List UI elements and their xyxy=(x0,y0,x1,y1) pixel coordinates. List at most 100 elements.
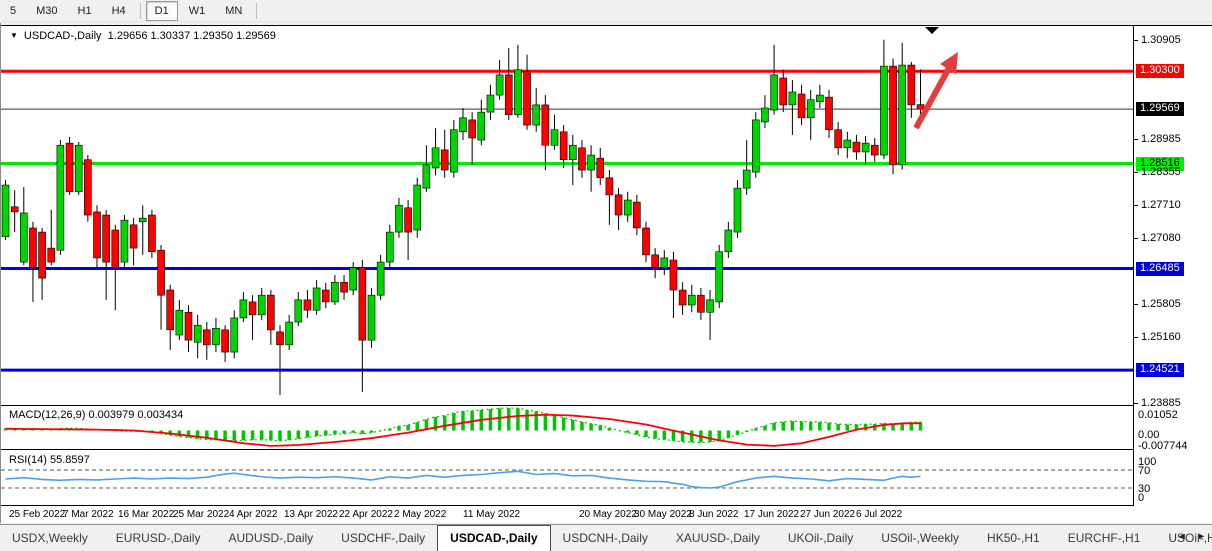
date-axis[interactable]: 25 Feb 20227 Mar 202216 Mar 202225 Mar 2… xyxy=(1,506,1133,523)
timeframe-button-5[interactable]: 5 xyxy=(1,1,25,21)
candle-bearish xyxy=(908,65,915,105)
candle-bearish xyxy=(835,130,842,148)
axis-tick xyxy=(1134,238,1138,239)
candle-bullish xyxy=(313,288,320,310)
date-label: 30 May 2022 xyxy=(634,509,692,520)
candle-bearish xyxy=(469,120,476,138)
symbol-tab-ukoil-daily[interactable]: UKOil-,Daily xyxy=(776,525,865,551)
candle-bearish xyxy=(917,105,924,109)
candle-bearish xyxy=(341,282,348,292)
candle-bullish xyxy=(212,328,219,345)
candle-bearish xyxy=(103,215,110,262)
rsi-line xyxy=(6,471,921,488)
candle-bearish xyxy=(359,268,366,340)
price-tick-label: 1.25805 xyxy=(1141,298,1181,310)
candle-bearish xyxy=(39,232,46,278)
date-label: 13 Apr 2022 xyxy=(284,509,338,520)
candle-bearish xyxy=(853,142,860,152)
candle-bullish xyxy=(240,300,247,318)
candle-bullish xyxy=(661,258,668,268)
symbol-tab-audusd-daily[interactable]: AUDUSD-,Daily xyxy=(216,525,325,551)
candle-bullish xyxy=(716,252,723,302)
candle-bearish xyxy=(112,230,119,268)
symbol-tab-eurchf-h1[interactable]: EURCHF-,H1 xyxy=(1056,525,1153,551)
candle-bullish xyxy=(880,66,887,155)
symbol-tab-hk50-h1[interactable]: HK50-,H1 xyxy=(975,525,1052,551)
candle-bullish xyxy=(514,70,521,115)
candle-bullish xyxy=(139,218,146,222)
candle-bearish xyxy=(441,150,448,170)
candle-bullish xyxy=(350,268,357,290)
candle-bullish xyxy=(588,155,595,170)
candle-bearish xyxy=(84,160,91,215)
price-tick-label: 1.27080 xyxy=(1141,232,1181,244)
candle-bearish xyxy=(66,143,73,192)
symbol-tab-eurusd-daily[interactable]: EURUSD-,Daily xyxy=(104,525,213,551)
candle-bullish xyxy=(331,282,338,302)
candle-bullish xyxy=(368,295,375,340)
rsi-indicator-panel xyxy=(1,450,1133,505)
candle-bearish xyxy=(158,250,165,295)
candle-bearish xyxy=(277,332,284,345)
candle-bearish xyxy=(249,302,256,315)
candle-bearish xyxy=(48,248,55,262)
candle-bearish xyxy=(267,295,274,330)
symbol-tab-usdcad-daily[interactable]: USDCAD-,Daily xyxy=(437,525,550,551)
candle-bullish xyxy=(752,120,759,172)
candle-bullish xyxy=(862,143,869,152)
timeframe-button-mn[interactable]: MN xyxy=(216,1,251,21)
candle-bearish xyxy=(222,330,229,352)
axis-tick xyxy=(1134,40,1138,41)
price-badge-blue: 1.26485 xyxy=(1136,262,1184,276)
candle-bullish xyxy=(624,200,631,215)
candle-bearish xyxy=(130,225,137,248)
candle-bullish xyxy=(258,295,265,315)
candle-bearish xyxy=(505,75,512,115)
symbol-tab-usoil-weekly[interactable]: USOil-,Weekly xyxy=(869,525,971,551)
chart-shift-marker-icon[interactable] xyxy=(925,27,939,34)
price-badge-blue: 1.24521 xyxy=(1136,363,1184,377)
candle-bullish xyxy=(551,130,558,146)
candle-bearish xyxy=(615,195,622,215)
candle-bullish xyxy=(432,148,439,168)
candle-bullish xyxy=(395,205,402,232)
candle-bullish xyxy=(460,118,467,132)
date-label: 7 Mar 2022 xyxy=(63,509,114,520)
timeframe-button-m30[interactable]: M30 xyxy=(27,1,66,21)
tab-scroll-arrows[interactable]: ◄ ► xyxy=(1178,531,1210,541)
timeframe-button-h1[interactable]: H1 xyxy=(69,1,101,21)
candle-bullish xyxy=(231,318,238,352)
axis-tick xyxy=(1134,205,1138,206)
symbol-tab-usdx-weekly[interactable]: USDX,Weekly xyxy=(0,525,100,551)
main-price-chart[interactable] xyxy=(1,25,1133,406)
candle-bearish xyxy=(148,215,155,252)
symbol-tab-usdchf-daily[interactable]: USDCHF-,Daily xyxy=(329,525,437,551)
price-tick-label: 1.28985 xyxy=(1141,133,1181,145)
symbol-tab-usdcnh-daily[interactable]: USDCNH-,Daily xyxy=(551,525,660,551)
indicator-axis-label: 0.01052 xyxy=(1138,410,1178,421)
price-axis[interactable]: 1.309051.303001.295691.289851.285161.283… xyxy=(1134,26,1212,523)
candle-bullish xyxy=(771,75,778,110)
candle-bullish xyxy=(725,230,732,252)
symbol-tab-xauusd-daily[interactable]: XAUUSD-,Daily xyxy=(664,525,772,551)
candle-bearish xyxy=(185,312,192,340)
macd-indicator-panel xyxy=(1,406,1133,449)
date-label: 25 Feb 2022 xyxy=(9,509,65,520)
candle-bearish xyxy=(11,207,18,212)
axis-tick xyxy=(1134,139,1138,140)
candle-bullish xyxy=(569,145,576,159)
axis-tick xyxy=(1134,172,1138,173)
axis-tick xyxy=(1134,304,1138,305)
candle-bullish xyxy=(487,95,494,112)
timeframe-button-w1[interactable]: W1 xyxy=(180,1,215,21)
candle-bullish xyxy=(688,295,695,305)
candle-bullish xyxy=(20,213,27,262)
timeframe-button-h4[interactable]: H4 xyxy=(103,1,135,21)
candle-bullish xyxy=(176,310,183,335)
timeframe-button-d1[interactable]: D1 xyxy=(146,1,178,21)
price-tick-label: 1.28355 xyxy=(1141,166,1181,178)
price-badge-black: 1.29569 xyxy=(1136,102,1184,116)
date-label: 2 May 2022 xyxy=(394,509,446,520)
candle-bullish xyxy=(450,130,457,172)
date-label: 6 Jul 2022 xyxy=(856,509,902,520)
